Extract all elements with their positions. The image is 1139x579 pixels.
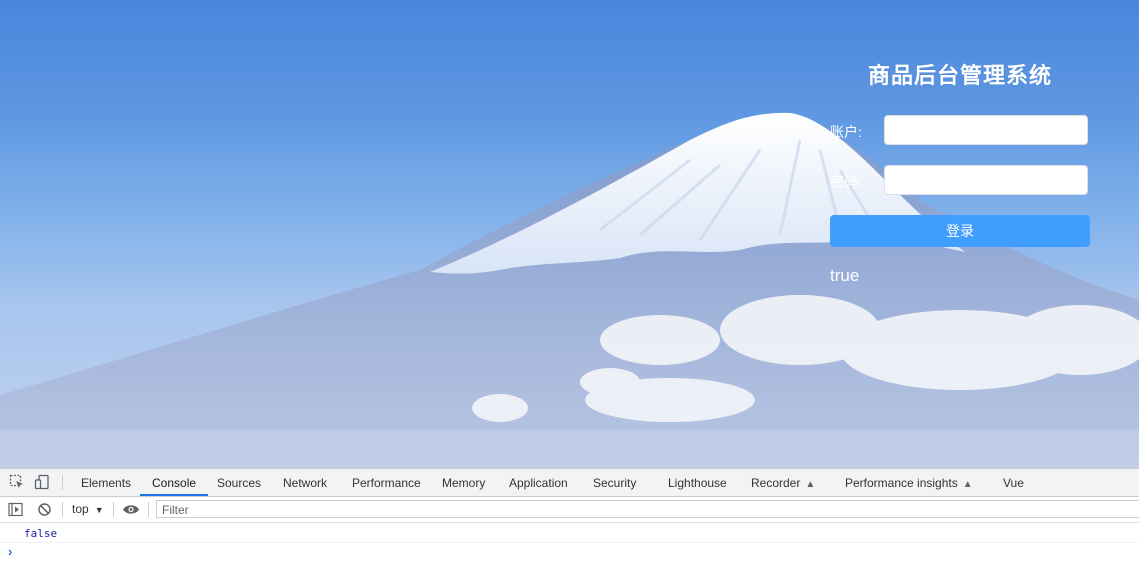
device-toolbar-icon[interactable] <box>34 474 50 490</box>
caret-down-icon: ▼ <box>94 505 104 515</box>
page-viewport: 商品后台管理系统 账户: 密码: 登录 true <box>0 0 1139 468</box>
eye-icon[interactable] <box>122 503 140 516</box>
context-selector[interactable]: top ▼ <box>72 502 104 516</box>
login-title: 商品后台管理系统 <box>867 63 1052 88</box>
toolbar-divider <box>62 475 63 490</box>
password-label: 密码: <box>830 174 862 190</box>
password-row: 密码: <box>830 165 1090 197</box>
tab-application[interactable]: Application <box>509 469 568 496</box>
context-selector-value: top <box>72 502 89 516</box>
prompt-chevron-icon: › <box>8 544 13 559</box>
tab-security[interactable]: Security <box>593 469 636 496</box>
tab-performance-insights-label: Performance insights <box>845 476 958 490</box>
console-prompt[interactable]: › <box>8 544 12 559</box>
account-input[interactable] <box>884 115 1088 145</box>
flask-icon: ▲ <box>962 479 973 490</box>
toolbar-divider <box>113 502 114 517</box>
login-button[interactable]: 登录 <box>830 215 1090 247</box>
tab-elements[interactable]: Elements <box>81 469 131 496</box>
tab-performance[interactable]: Performance <box>352 469 421 496</box>
console-message-row: false <box>0 524 1139 543</box>
tab-console[interactable]: Console <box>139 469 209 496</box>
account-row: 账户: <box>830 115 1090 147</box>
toolbar-divider <box>148 502 149 517</box>
tab-recorder-label: Recorder <box>751 476 801 490</box>
account-label: 账户: <box>830 124 862 140</box>
console-filter-input[interactable]: Filter <box>156 500 1139 518</box>
console-message-value: false <box>24 527 58 540</box>
tab-network[interactable]: Network <box>283 469 327 496</box>
devtools-panel: Elements Console Sources Network Perform… <box>0 468 1139 579</box>
tab-vue[interactable]: Vue <box>1003 469 1024 496</box>
inspect-element-icon[interactable] <box>9 474 25 490</box>
devtools-tab-bar: Elements Console Sources Network Perform… <box>0 469 1139 497</box>
sidebar-toggle-icon[interactable] <box>8 502 23 517</box>
tab-memory[interactable]: Memory <box>442 469 485 496</box>
clear-console-icon[interactable] <box>37 502 52 517</box>
toolbar-divider <box>62 502 63 517</box>
tab-performance-insights[interactable]: Performance insights ▲ <box>845 469 973 496</box>
password-input[interactable] <box>884 165 1088 195</box>
tab-lighthouse[interactable]: Lighthouse <box>668 469 727 496</box>
flask-icon: ▲ <box>805 479 816 490</box>
tab-sources[interactable]: Sources <box>217 469 261 496</box>
console-toolbar: top ▼ Filter <box>0 497 1139 523</box>
tab-recorder[interactable]: Recorder ▲ <box>751 469 815 496</box>
login-result-text: true <box>830 266 860 285</box>
